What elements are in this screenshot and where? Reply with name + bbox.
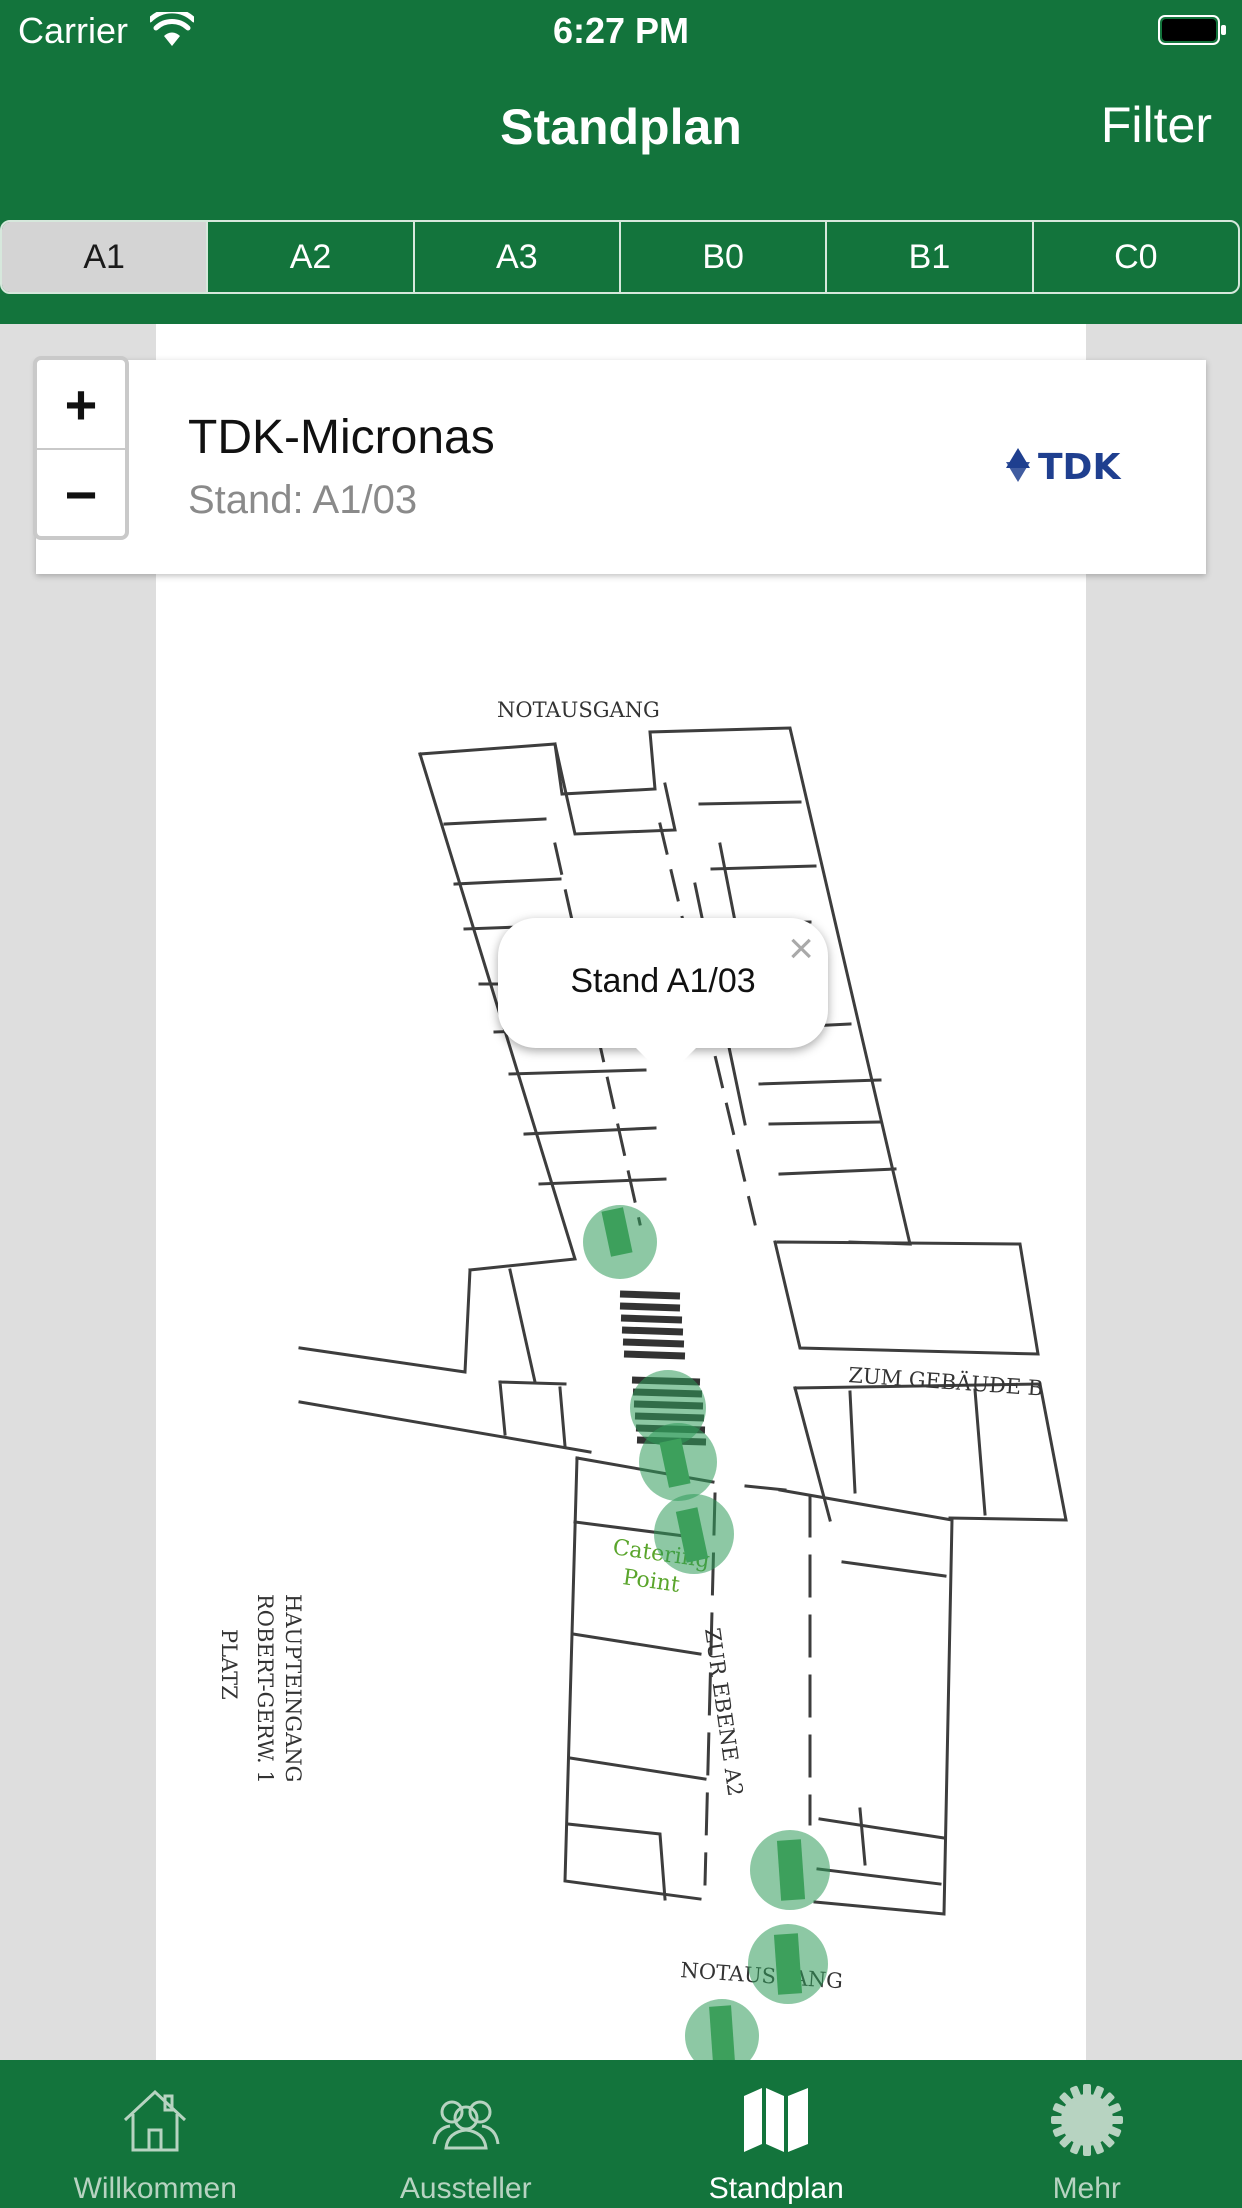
map-label-entrance-2: ROBERT-GERW. 1 — [253, 1594, 277, 1784]
stand-popup: Stand A1/03 × — [498, 918, 828, 1078]
status-time: 6:27 PM — [552, 10, 690, 51]
people-icon — [432, 2100, 500, 2150]
level-tab-b0[interactable]: B0 — [618, 222, 825, 292]
level-tab-a3[interactable]: A3 — [412, 222, 619, 292]
floor-map-view[interactable]: NOTAUSGANG NOTAUSGANG HAUPTEINGANG ROBER… — [0, 324, 1242, 2060]
home-icon — [124, 2089, 187, 2152]
level-tab-b1[interactable]: B1 — [825, 222, 1031, 292]
gear-icon — [1050, 2084, 1123, 2156]
tdk-logo: TDK — [1006, 447, 1121, 486]
tab-willkommen[interactable]: Willkommen — [0, 2060, 311, 2208]
tab-bar: Willkommen Aussteller Standplan Mehr — [0, 2060, 1242, 2208]
popup-stand-label: Stand A1/03 — [570, 962, 756, 1000]
filter-button[interactable]: Filter — [1101, 96, 1212, 154]
tab-label-aussteller: Aussteller — [399, 2172, 532, 2205]
tab-aussteller[interactable]: Aussteller — [311, 2060, 622, 2208]
tab-label-willkommen: Willkommen — [73, 2172, 237, 2205]
zoom-control: + − — [33, 356, 129, 540]
map-label-entrance-1: HAUPTEINGANG — [281, 1594, 305, 1782]
navigation-header: Carrier 6:27 PM Standplan Filter A1 A2 A… — [0, 0, 1242, 324]
exhibitor-name: TDK-Micronas — [188, 411, 495, 464]
floor-plan[interactable]: NOTAUSGANG NOTAUSGANG HAUPTEINGANG ROBER… — [0, 324, 1242, 2060]
exhibitor-stand: Stand: A1/03 — [188, 478, 418, 522]
level-tab-c0[interactable]: C0 — [1031, 222, 1238, 292]
svg-text:TDK: TDK — [1038, 447, 1121, 486]
exhibitor-info-card[interactable]: TDK-Micronas Stand: A1/03 TDK — [36, 360, 1206, 574]
battery-icon — [1158, 15, 1226, 45]
tab-label-mehr: Mehr — [1052, 2172, 1121, 2205]
map-label-top-exit: NOTAUSGANG — [497, 698, 660, 722]
map-icon — [744, 2088, 809, 2152]
popup-close-button[interactable]: × — [788, 924, 814, 974]
level-segmented-control: A1 A2 A3 B0 B1 C0 — [0, 220, 1240, 294]
zoom-out-button[interactable]: − — [37, 448, 125, 538]
map-label-building-b: ZUM GEBÄUDE B — [848, 1363, 1044, 1401]
page-title: Standplan — [500, 99, 742, 155]
map-label-entrance-3: PLATZ — [217, 1629, 241, 1700]
tab-mehr[interactable]: Mehr — [932, 2060, 1242, 2208]
level-tab-a2[interactable]: A2 — [206, 222, 412, 292]
zoom-in-button[interactable]: + — [37, 360, 125, 448]
tab-label-standplan: Standplan — [708, 2172, 844, 2205]
level-tab-a1[interactable]: A1 — [2, 222, 207, 292]
map-label-catering-point: Point — [621, 1565, 681, 1598]
tab-standplan[interactable]: Standplan — [621, 2060, 932, 2208]
